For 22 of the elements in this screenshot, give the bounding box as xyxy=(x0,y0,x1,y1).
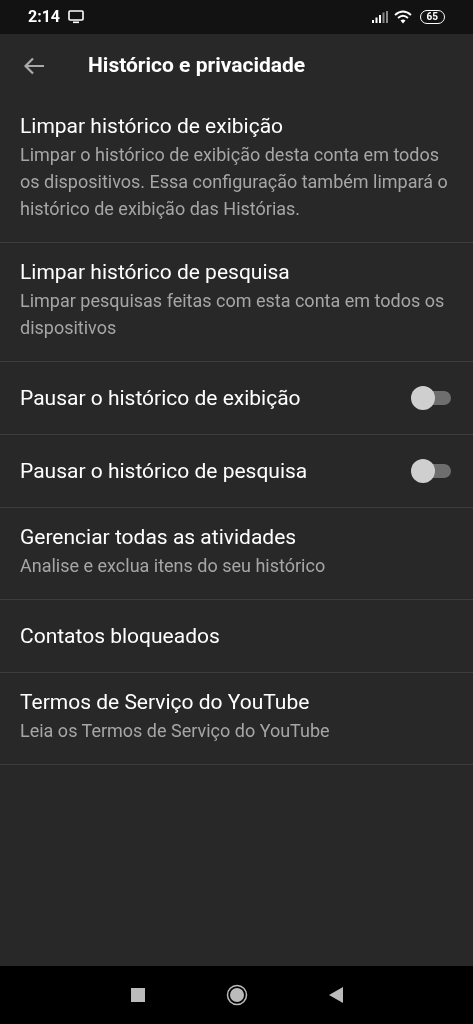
back-button[interactable] xyxy=(328,987,343,1003)
page-title: Histórico e privacidade xyxy=(88,51,306,79)
setting-title[interactable]: Pausar o histórico de exibição xyxy=(20,383,401,413)
setting-description: Leia os Termos de Serviço do YouTube xyxy=(20,719,331,743)
setting-title[interactable]: Gerenciar todas as atividades xyxy=(20,522,453,552)
home-button[interactable] xyxy=(225,984,248,1006)
setting-description: Limpar o histórico de exibição desta conta em todos os dispositivos. Essa configuração também limpará o histórico de exibição das Histórias. xyxy=(20,143,449,221)
setting-title[interactable]: Limpar histórico de pesquisa xyxy=(20,257,453,287)
toggle-switch[interactable] xyxy=(411,386,451,410)
screen-icon xyxy=(68,10,85,24)
setting-title[interactable]: Pausar o histórico de pesquisa xyxy=(20,456,401,486)
setting-title[interactable]: Termos de Serviço do YouTube xyxy=(20,687,453,717)
back-arrow-icon[interactable] xyxy=(23,56,45,75)
toggle-switch[interactable] xyxy=(411,459,451,483)
setting-description: Limpar pesquisas feitas com esta conta em todos os dispositivos xyxy=(20,289,446,340)
recents-button[interactable] xyxy=(130,988,145,1002)
wifi-icon xyxy=(393,10,412,24)
setting-title[interactable]: Limpar histórico de exibição xyxy=(20,111,453,141)
setting-description: Analise e exclua itens do seu histórico xyxy=(20,554,327,578)
signal-icon xyxy=(371,11,388,23)
status-time: 2:14 xyxy=(28,6,61,28)
setting-title[interactable]: Contatos bloqueados xyxy=(20,621,453,651)
